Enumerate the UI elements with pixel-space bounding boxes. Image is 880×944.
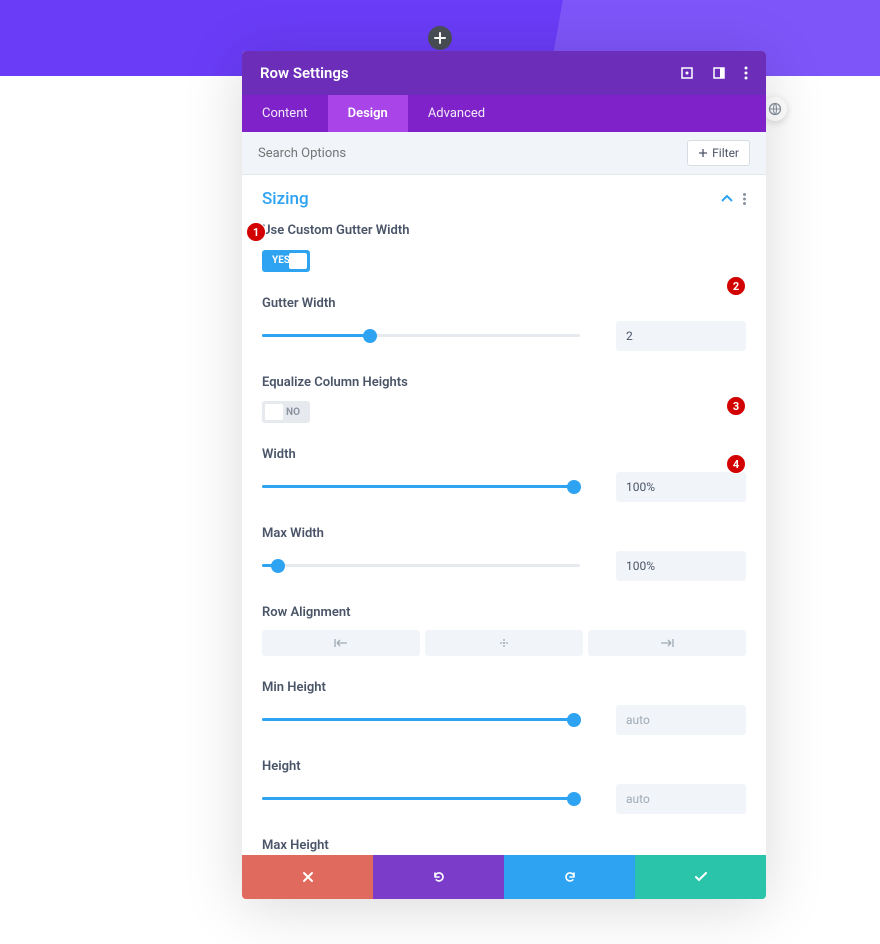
sizing-section: Sizing Use Custom Gutter Width YES Gutte… (242, 175, 766, 855)
label-height: Height (262, 759, 746, 774)
input-max-width[interactable] (616, 551, 746, 581)
slider-height[interactable] (262, 792, 580, 806)
slider-thumb[interactable] (567, 713, 581, 727)
label-min-height: Min Height (262, 680, 746, 695)
input-gutter-width[interactable] (616, 321, 746, 351)
field-custom-gutter: Use Custom Gutter Width YES (262, 223, 746, 272)
label-gutter-width: Gutter Width (262, 296, 746, 311)
slider-max-width[interactable] (262, 559, 580, 573)
align-right-icon (660, 638, 674, 648)
tab-content[interactable]: Content (242, 95, 328, 132)
slider-thumb[interactable] (363, 329, 377, 343)
slider-gutter-width[interactable] (262, 329, 580, 343)
field-width: Width (262, 447, 746, 502)
globe-icon (768, 102, 782, 116)
input-height[interactable] (616, 784, 746, 814)
slider-width[interactable] (262, 480, 580, 494)
toggle-knob (289, 253, 307, 269)
field-min-height: Min Height (262, 680, 746, 735)
field-max-height: Max Height (262, 838, 746, 855)
align-center-icon (497, 638, 511, 648)
kebab-menu-icon[interactable] (743, 193, 746, 205)
add-section-button[interactable] (428, 26, 452, 50)
annotation-badge-1: 1 (246, 222, 266, 242)
field-gutter-width: Gutter Width (262, 296, 746, 351)
slider-thumb[interactable] (567, 480, 581, 494)
annotation-badge-2: 2 (726, 276, 746, 296)
annotation-badge-4: 4 (726, 454, 746, 474)
section-header-icons (721, 193, 746, 205)
align-right-button[interactable] (588, 630, 746, 656)
field-height: Height (262, 759, 746, 814)
tab-design[interactable]: Design (328, 95, 408, 132)
label-equalize: Equalize Column Heights (262, 375, 746, 390)
slider-thumb[interactable] (567, 792, 581, 806)
plus-icon (698, 148, 708, 158)
row-settings-modal: Row Settings Content Design Advanced Fil… (242, 51, 766, 899)
label-max-height: Max Height (262, 838, 746, 853)
help-badge[interactable] (763, 97, 787, 121)
toggle-knob (265, 404, 283, 420)
modal-footer (242, 855, 766, 899)
snap-right-icon[interactable] (712, 66, 726, 80)
align-center-button[interactable] (425, 630, 583, 656)
search-row: Filter (242, 132, 766, 175)
section-title: Sizing (262, 189, 309, 209)
field-equalize: Equalize Column Heights NO (262, 375, 746, 424)
section-header[interactable]: Sizing (262, 189, 746, 209)
label-max-width: Max Width (262, 526, 746, 541)
header-actions (680, 66, 748, 80)
search-input[interactable] (258, 146, 687, 161)
slider-thumb[interactable] (271, 559, 285, 573)
plus-icon (434, 32, 446, 44)
panel-body: Sizing Use Custom Gutter Width YES Gutte… (242, 175, 766, 855)
label-custom-gutter: Use Custom Gutter Width (262, 223, 746, 238)
redo-button[interactable] (504, 855, 635, 899)
align-left-icon (334, 638, 348, 648)
input-min-height[interactable] (616, 705, 746, 735)
tab-advanced[interactable]: Advanced (408, 95, 505, 132)
chevron-up-icon[interactable] (721, 195, 733, 203)
redo-icon (563, 870, 577, 884)
filter-button[interactable]: Filter (687, 140, 750, 166)
undo-icon (432, 870, 446, 884)
kebab-menu-icon[interactable] (744, 66, 748, 80)
tab-bar: Content Design Advanced (242, 95, 766, 132)
align-left-button[interactable] (262, 630, 420, 656)
modal-header: Row Settings (242, 51, 766, 95)
field-max-width: Max Width (262, 526, 746, 581)
close-icon (302, 871, 314, 883)
modal-title: Row Settings (260, 64, 349, 82)
check-icon (694, 872, 708, 882)
annotation-badge-3: 3 (726, 396, 746, 416)
toggle-equalize[interactable]: NO (262, 401, 310, 423)
slider-min-height[interactable] (262, 713, 580, 727)
undo-button[interactable] (373, 855, 504, 899)
label-width: Width (262, 447, 746, 462)
save-button[interactable] (635, 855, 766, 899)
label-row-alignment: Row Alignment (262, 605, 746, 620)
fullscreen-icon[interactable] (680, 66, 694, 80)
field-row-alignment: Row Alignment (262, 605, 746, 656)
cancel-button[interactable] (242, 855, 373, 899)
row-alignment-group (262, 630, 746, 656)
toggle-custom-gutter[interactable]: YES (262, 250, 310, 272)
input-width[interactable] (616, 472, 746, 502)
filter-label: Filter (712, 146, 739, 160)
